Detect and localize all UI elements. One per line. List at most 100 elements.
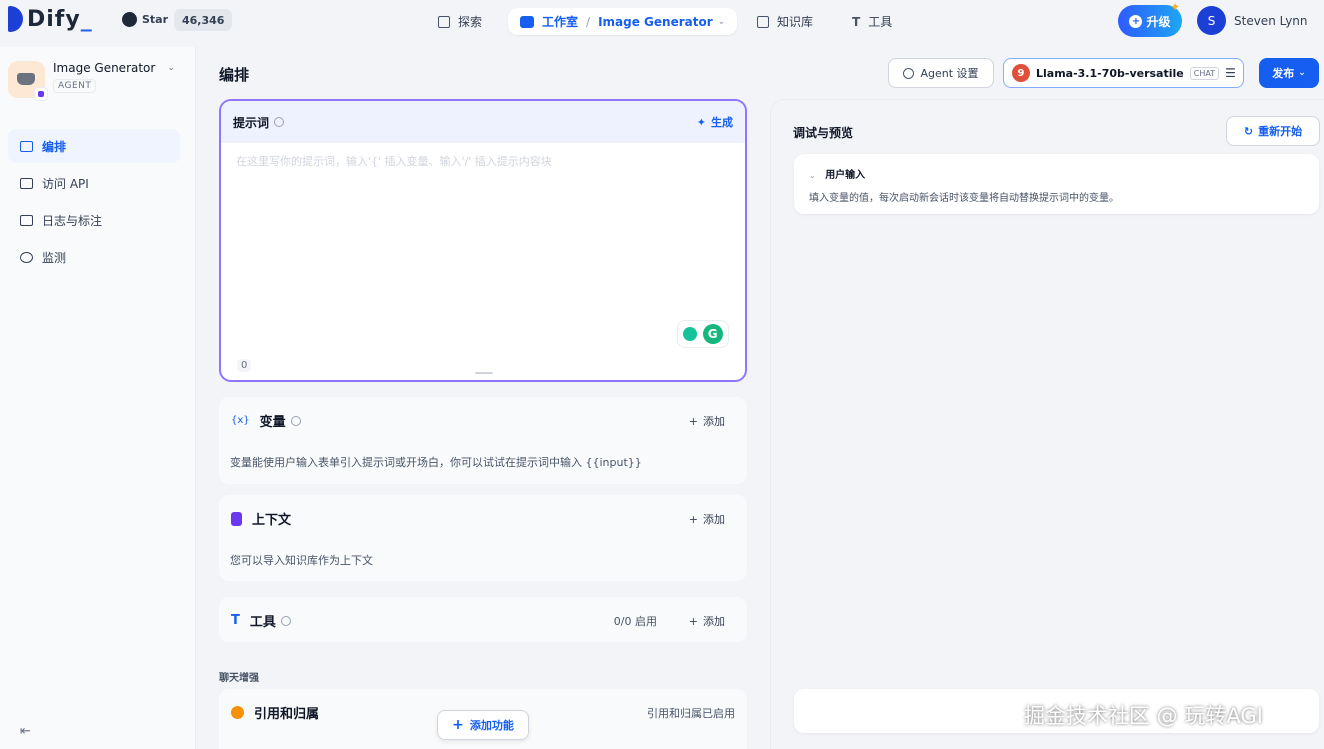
- nav-knowledge[interactable]: 知识库: [757, 8, 813, 35]
- add-label: 添加: [703, 513, 725, 526]
- nav-explore[interactable]: 探索: [438, 8, 482, 35]
- agent-settings-button[interactable]: Agent 设置: [888, 58, 994, 88]
- context-section: 上下文 + 添加 您可以导入知识库作为上下文: [219, 495, 747, 581]
- book-icon: [757, 15, 769, 28]
- help-icon[interactable]: [274, 117, 285, 127]
- variables-header: {x} 变量: [231, 411, 301, 430]
- github-icon: [122, 12, 137, 27]
- sidebar-menu: 编排 访问 API 日志与标注 监测: [8, 129, 180, 277]
- agent-settings-label: Agent 设置: [920, 67, 979, 80]
- user-name: Steven Lynn: [1234, 13, 1308, 28]
- debug-preview-panel: 调试与预览 ↻ 重新开始 ⌄ 用户输入 填入变量的值，每次启动新会话时该变量将自…: [770, 99, 1324, 749]
- nav-app-name[interactable]: Image Generator: [598, 15, 713, 29]
- add-label: 添加: [703, 615, 725, 628]
- add-label: 添加: [703, 415, 725, 428]
- chevron-down-icon[interactable]: ⌄: [167, 63, 175, 73]
- sidebar-item-label: 监测: [42, 250, 67, 265]
- tools-section: T 工具 0/0 启用 + 添加: [219, 597, 747, 642]
- app-selector[interactable]: Image Generator ⌄ AGENT: [8, 61, 175, 101]
- layout-icon: [20, 140, 33, 152]
- app-name-label: Image Generator: [53, 61, 156, 75]
- prompt-textarea[interactable]: 在这里写你的提示词，输入'{' 插入变量、输入'/' 插入提示内容块: [236, 153, 552, 169]
- context-description: 您可以导入知识库作为上下文: [230, 554, 373, 567]
- help-icon[interactable]: [290, 415, 301, 426]
- generate-button[interactable]: ✦ 生成: [697, 114, 733, 130]
- variables-description: 变量能使用户输入表单引入提示词或开场白，你可以试试在提示词中输入 {{input…: [230, 456, 642, 469]
- add-variable-button[interactable]: + 添加: [689, 413, 725, 429]
- citation-icon: [231, 706, 244, 719]
- variables-section: {x} 变量 + 添加 变量能使用户输入表单引入提示词或开场白，你可以试试在提示词…: [219, 397, 747, 484]
- terminal-icon: [20, 177, 33, 189]
- sidebar-item-label: 编排: [42, 139, 67, 154]
- app-name: Image Generator ⌄: [53, 61, 175, 75]
- nav-studio[interactable]: 工作室 / Image Generator ⌄: [508, 8, 738, 35]
- nav-tools[interactable]: T 工具: [852, 8, 892, 35]
- page-title: 编排: [219, 66, 250, 84]
- generate-label: 生成: [711, 116, 733, 129]
- prompt-editor: 提示词 ✦ 生成 在这里写你的提示词，输入'{' 插入变量、输入'/' 插入提示…: [219, 99, 747, 382]
- top-bar: Dify_ Star 46,346 探索 工作室 / Image Generat…: [0, 0, 1324, 44]
- chevron-down-icon: ⌄: [1298, 68, 1306, 78]
- grammarly-widget[interactable]: G: [677, 320, 729, 348]
- user-input-title: 用户输入: [825, 170, 866, 181]
- add-feature-button[interactable]: + 添加功能: [437, 710, 529, 740]
- logo-text: Dify_: [27, 6, 93, 32]
- dify-logo[interactable]: Dify_: [8, 6, 93, 32]
- plus-icon: +: [688, 513, 698, 526]
- sidebar-item-api[interactable]: 访问 API: [8, 166, 180, 200]
- chevron-down-icon[interactable]: ⌄: [718, 17, 726, 27]
- plus-icon: +: [452, 717, 464, 733]
- add-feature-label: 添加功能: [469, 719, 514, 732]
- help-icon[interactable]: [280, 615, 291, 626]
- citation-status: 引用和归属已启用: [647, 707, 735, 720]
- nav-studio-label: 工作室: [542, 15, 579, 29]
- collapse-sidebar-icon[interactable]: ⇤: [20, 724, 31, 739]
- resize-handle[interactable]: [475, 372, 493, 374]
- user-menu[interactable]: S Steven Lynn: [1197, 6, 1308, 35]
- breadcrumb-separator: /: [586, 14, 591, 29]
- upgrade-button[interactable]: + 升级 ✦: [1118, 0, 1182, 37]
- user-input-description: 填入变量的值，每次启动新会话时该变量将自动替换提示词中的变量。: [809, 193, 1119, 204]
- sidebar-item-logs[interactable]: 日志与标注: [8, 203, 180, 237]
- publish-button[interactable]: 发布 ⌄: [1259, 58, 1319, 88]
- citation-header: 引用和归属: [231, 703, 319, 722]
- tools-header: T 工具: [231, 611, 291, 630]
- github-star-button[interactable]: Star: [122, 12, 168, 27]
- prompt-title-label: 提示词: [233, 115, 270, 130]
- dify-logo-mark: [8, 6, 23, 32]
- add-context-button[interactable]: + 添加: [689, 511, 725, 527]
- nav-tools-label: 工具: [868, 15, 893, 29]
- agent-badge-icon: [34, 87, 48, 101]
- file-list-icon: [20, 214, 33, 226]
- avatar: S: [1197, 6, 1226, 35]
- lightbulb-icon[interactable]: [683, 327, 698, 341]
- citation-title: 引用和归属: [254, 707, 320, 722]
- context-header: 上下文: [231, 509, 291, 528]
- sidebar-item-orchestrate[interactable]: 编排: [8, 129, 180, 163]
- nav-knowledge-label: 知识库: [777, 15, 814, 29]
- tool-icon: T: [231, 613, 240, 628]
- user-input-header[interactable]: ⌄ 用户输入: [809, 166, 865, 181]
- app-icon: [8, 61, 48, 101]
- tools-enabled-count: 0/0 启用: [613, 615, 657, 628]
- add-tool-button[interactable]: + 添加: [689, 613, 725, 629]
- app-type-badge: AGENT: [53, 79, 97, 93]
- sparkle-icon: ✦: [696, 115, 706, 129]
- refresh-icon: ↻: [1243, 124, 1254, 138]
- publish-label: 发布: [1272, 67, 1295, 80]
- sliders-icon[interactable]: ☰: [1225, 66, 1236, 80]
- restart-label: 重新开始: [1258, 125, 1303, 138]
- sidebar-item-monitor[interactable]: 监测: [8, 240, 180, 274]
- grammarly-icon[interactable]: G: [702, 324, 723, 344]
- variables-title: 变量: [259, 415, 286, 430]
- chevron-down-icon[interactable]: ⌄: [809, 171, 816, 180]
- model-selector[interactable]: 9 Llama-3.1-70b-versatile CHAT ☰: [1003, 58, 1244, 88]
- dashboard-icon: [20, 251, 33, 263]
- chat-enhance-label: 聊天增强: [219, 673, 259, 684]
- github-star-count[interactable]: 46,346: [174, 9, 233, 31]
- robot-icon: [520, 15, 534, 28]
- context-title: 上下文: [252, 513, 292, 528]
- hammer-icon: T: [852, 14, 861, 29]
- restart-button[interactable]: ↻ 重新开始: [1226, 116, 1320, 146]
- explore-icon: [438, 15, 450, 28]
